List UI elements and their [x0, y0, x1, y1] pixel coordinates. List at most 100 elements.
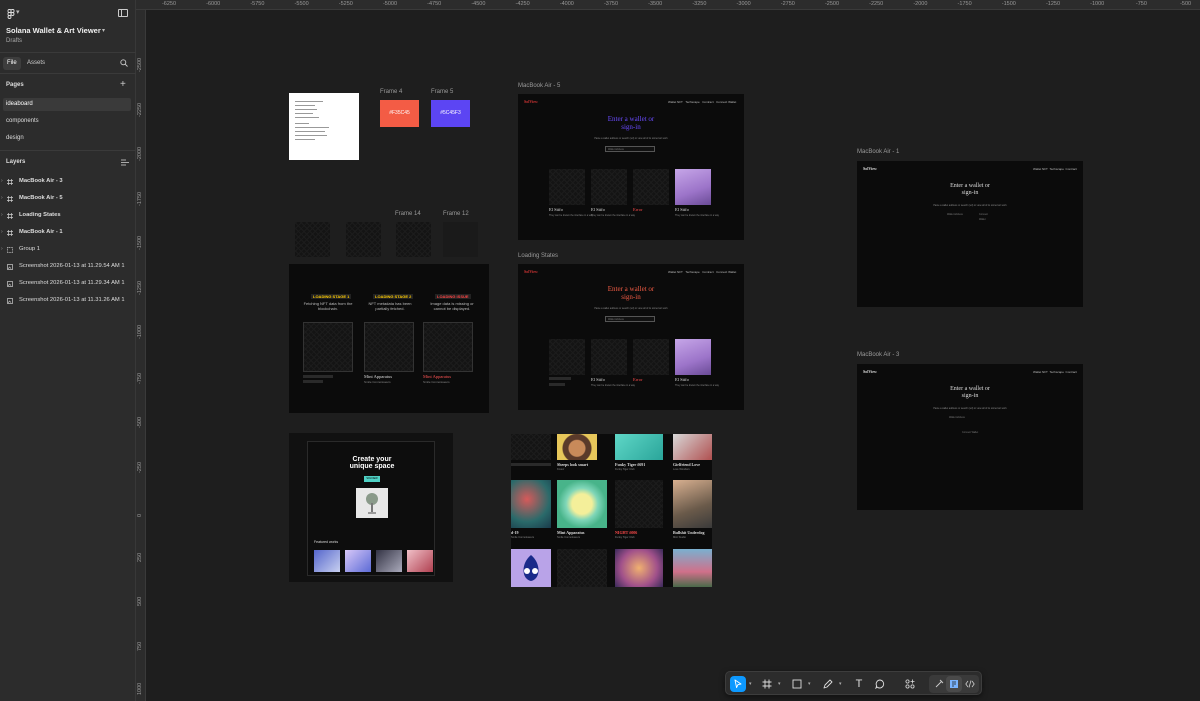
design-mode-button[interactable] [946, 676, 962, 692]
comment-tool-button[interactable] [872, 676, 888, 692]
expand-arrow-icon[interactable]: › [1, 226, 3, 239]
connect-wallet-button[interactable]: Connect Wallet [960, 430, 986, 436]
nav-item[interactable]: Techscape [685, 100, 699, 104]
frame-label-frame-5[interactable]: Frame 5 [431, 89, 453, 95]
layer-item-screenshot-3[interactable]: Screenshot 2026-01-13 at 11.31.26 AM 1 [0, 294, 136, 307]
nav-item[interactable]: Wallet NFT [1033, 370, 1048, 374]
frame-macbook-air-5[interactable]: SolView Wallet NFT Techscape Contract Co… [518, 94, 744, 240]
layer-item-loading-states[interactable]: › Loading States [0, 209, 136, 222]
nft-tile[interactable] [591, 169, 627, 205]
nav-item[interactable]: Contract [702, 100, 713, 104]
frame-label-frame-12[interactable]: Frame 12 [443, 211, 469, 217]
nft-tile[interactable] [591, 339, 627, 375]
page-item-design[interactable]: design [3, 132, 131, 145]
nav-item[interactable]: Contract [1066, 167, 1077, 171]
nft-tile-image[interactable] [675, 339, 711, 375]
featured-thumb[interactable] [376, 550, 402, 572]
placeholder-tile[interactable] [443, 222, 478, 257]
nft-card-sub: Mint Studio [673, 536, 686, 539]
loading-stages-screenshot[interactable]: LOADING STAGE 1 LOADING STAGE 2 LOADING … [289, 264, 489, 413]
menu-chevron-down-icon[interactable]: ▾ [16, 8, 20, 16]
layer-item-group-1[interactable]: › Group 1 [0, 243, 136, 256]
file-title-chevron-icon[interactable]: ▾ [102, 27, 105, 34]
landing-page-screenshot[interactable]: Create your unique space SOLVIEW Feature… [289, 433, 453, 582]
wallet-address-input[interactable]: Wallet Address [947, 415, 969, 421]
skeleton-line [511, 463, 551, 466]
frame-label-loading-states[interactable]: Loading States [518, 253, 558, 259]
pen-tool-button[interactable] [820, 676, 836, 692]
nav-item[interactable]: Wallet NFT [668, 270, 683, 274]
wallet-address-input[interactable]: Wallet Address [605, 316, 655, 322]
placeholder-tile[interactable] [396, 222, 431, 257]
chevron-down-icon[interactable]: ▾ [778, 681, 781, 687]
color-swatch-purple[interactable]: #5C45F3 [431, 100, 470, 127]
file-location[interactable]: Drafts [6, 38, 22, 44]
search-icon[interactable] [120, 59, 128, 67]
nft-tile[interactable] [549, 339, 585, 375]
chevron-down-icon[interactable]: ▾ [839, 681, 842, 687]
notes-document[interactable] [289, 93, 359, 160]
dev-mode-button[interactable] [962, 676, 978, 692]
nft-image [557, 434, 597, 460]
featured-thumb[interactable] [345, 550, 371, 572]
nft-grid-screenshot[interactable]: Sheeps look smart Kinecr Funky Tiger #69… [511, 434, 712, 587]
nav-item[interactable]: Contract [1066, 370, 1077, 374]
color-swatch-orange[interactable]: #F35C45 [380, 100, 419, 127]
nft-tile[interactable] [549, 169, 585, 205]
nft-tile-image[interactable] [675, 169, 711, 205]
nft-tile[interactable] [633, 169, 669, 205]
page-item-components[interactable]: components [3, 115, 131, 128]
actions-tool-button[interactable] [902, 676, 918, 692]
connect-wallet-button[interactable]: Connect Wallet [977, 212, 995, 221]
toggle-sidebar-icon[interactable] [118, 9, 128, 17]
nav-item[interactable]: Techscape [1050, 167, 1064, 171]
layers-list-icon[interactable] [121, 159, 129, 166]
design-canvas[interactable]: Frame 4 #F35C45 Frame 5 #5C45F3 Frame 14… [147, 11, 1200, 701]
chevron-down-icon[interactable]: ▾ [808, 681, 811, 687]
nav-item[interactable]: Wallet NFT [1033, 167, 1048, 171]
chevron-down-icon[interactable]: ▾ [749, 681, 752, 687]
frame-loading-states[interactable]: SolView Wallet NFT Techscape Contract Co… [518, 264, 744, 410]
layer-item-screenshot-1[interactable]: Screenshot 2026-01-13 at 11.29.54 AM 1 [0, 260, 136, 273]
shape-tool-button[interactable] [789, 676, 805, 692]
expand-arrow-icon[interactable]: › [1, 209, 3, 222]
nft-tile[interactable] [633, 339, 669, 375]
nav-item[interactable]: Techscape [1050, 370, 1064, 374]
placeholder-tile[interactable] [295, 222, 330, 257]
frame-label-frame-4[interactable]: Frame 4 [380, 89, 402, 95]
nav-item[interactable]: Techscape [685, 270, 699, 274]
figma-logo-icon[interactable] [6, 9, 16, 19]
expand-arrow-icon[interactable]: › [1, 192, 3, 205]
featured-thumb[interactable] [407, 550, 433, 572]
file-title[interactable]: Solana Wallet & Art Viewer [6, 26, 101, 35]
nav-item[interactable]: Wallet NFT [668, 100, 683, 104]
frame-label-frame-14[interactable]: Frame 14 [395, 211, 421, 217]
nav-item[interactable]: Connect Wallet [716, 100, 736, 104]
layer-item-macbook-air-3[interactable]: › MacBook Air - 3 [0, 175, 136, 188]
frame-tool-button[interactable] [759, 676, 775, 692]
layer-item-macbook-air-5[interactable]: › MacBook Air - 5 [0, 192, 136, 205]
frame-label-macbook-air-1[interactable]: MacBook Air - 1 [857, 149, 899, 155]
expand-arrow-icon[interactable]: › [1, 175, 3, 188]
move-tool-button[interactable] [730, 676, 746, 692]
nav-item[interactable]: Contract [702, 270, 713, 274]
page-item-ideaboard[interactable]: ideaboard [3, 98, 131, 111]
expand-arrow-icon[interactable]: › [1, 243, 3, 256]
add-page-icon[interactable]: + [120, 80, 126, 90]
frame-macbook-air-3[interactable]: SolView Wallet NFT Techscape Contract En… [857, 364, 1083, 510]
featured-thumb[interactable] [314, 550, 340, 572]
tab-assets[interactable]: Assets [23, 57, 49, 70]
layer-item-macbook-air-1[interactable]: › MacBook Air - 1 [0, 226, 136, 239]
nav-item[interactable]: Connect Wallet [716, 270, 736, 274]
frame-macbook-air-1[interactable]: SolView Wallet NFT Techscape Contract En… [857, 161, 1083, 307]
wallet-address-input[interactable]: Wallet Address [945, 212, 967, 218]
placeholder-tile[interactable] [346, 222, 381, 257]
landing-cta-button[interactable]: SOLVIEW [364, 476, 380, 482]
wallet-address-input[interactable]: Wallet Address [605, 146, 655, 152]
frame-label-macbook-air-3[interactable]: MacBook Air - 3 [857, 352, 899, 358]
tab-file[interactable]: File [3, 57, 21, 70]
layer-item-screenshot-2[interactable]: Screenshot 2026-01-13 at 11.29.34 AM 1 [0, 277, 136, 290]
text-tool-button[interactable]: T [851, 676, 867, 692]
frame-label-macbook-air-5[interactable]: MacBook Air - 5 [518, 83, 560, 89]
draw-mode-button[interactable] [931, 676, 947, 692]
